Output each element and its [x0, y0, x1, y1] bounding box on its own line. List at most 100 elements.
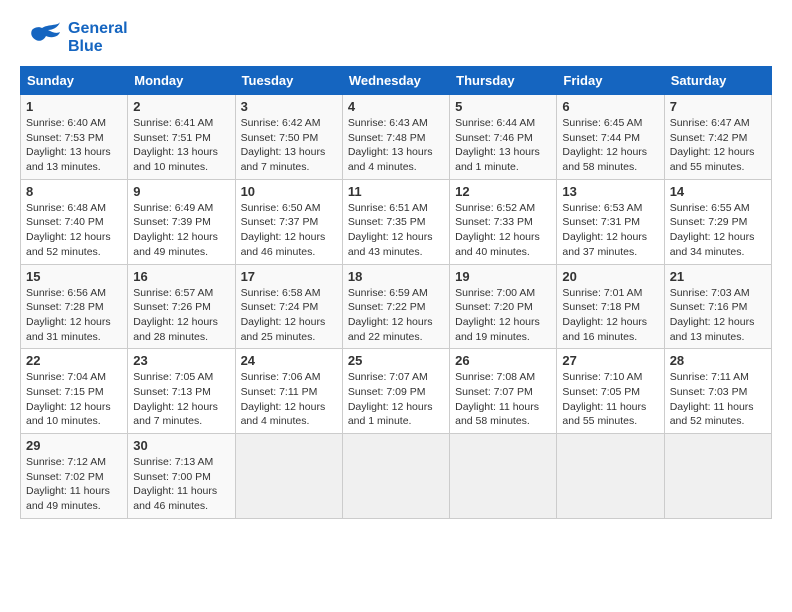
day-number: 16	[133, 269, 229, 284]
day-number: 7	[670, 99, 766, 114]
day-info: Sunrise: 6:55 AM Sunset: 7:29 PM Dayligh…	[670, 201, 766, 260]
weekday-header-thursday: Thursday	[450, 67, 557, 95]
calendar-cell: 1Sunrise: 6:40 AM Sunset: 7:53 PM Daylig…	[21, 95, 128, 180]
calendar-cell: 29 Sunrise: 7:12 AM Sunset: 7:02 PM Dayli…	[21, 434, 128, 519]
calendar-cell: 22 Sunrise: 7:04 AM Sunset: 7:15 PM Dayli…	[21, 349, 128, 434]
day-number: 28	[670, 353, 766, 368]
logo-text: General Blue	[68, 20, 128, 55]
day-info: Sunrise: 6:53 AM Sunset: 7:31 PM Dayligh…	[562, 201, 658, 260]
calendar-cell: 13 Sunrise: 6:53 AM Sunset: 7:31 PM Dayli…	[557, 179, 664, 264]
calendar-cell: 21 Sunrise: 7:03 AM Sunset: 7:16 PM Dayli…	[664, 264, 771, 349]
day-number: 3	[241, 99, 337, 114]
day-number: 11	[348, 184, 444, 199]
calendar-cell: 27 Sunrise: 7:10 AM Sunset: 7:05 PM Dayli…	[557, 349, 664, 434]
day-info: Sunrise: 6:50 AM Sunset: 7:37 PM Dayligh…	[241, 201, 337, 260]
day-info: Sunrise: 7:04 AM Sunset: 7:15 PM Dayligh…	[26, 370, 122, 429]
day-info: Sunrise: 6:47 AM Sunset: 7:42 PM Dayligh…	[670, 116, 766, 175]
day-info: Sunrise: 7:06 AM Sunset: 7:11 PM Dayligh…	[241, 370, 337, 429]
calendar-cell: 12Sunrise: 6:52 AM Sunset: 7:33 PM Dayli…	[450, 179, 557, 264]
calendar-cell: 10 Sunrise: 6:50 AM Sunset: 7:37 PM Dayli…	[235, 179, 342, 264]
weekday-header-saturday: Saturday	[664, 67, 771, 95]
calendar-cell: 28 Sunrise: 7:11 AM Sunset: 7:03 PM Dayli…	[664, 349, 771, 434]
calendar-cell: 20 Sunrise: 7:01 AM Sunset: 7:18 PM Dayli…	[557, 264, 664, 349]
day-info: Sunrise: 6:51 AM Sunset: 7:35 PM Dayligh…	[348, 201, 444, 260]
weekday-header-monday: Monday	[128, 67, 235, 95]
calendar-cell: 7 Sunrise: 6:47 AM Sunset: 7:42 PM Daylig…	[664, 95, 771, 180]
day-info: Sunrise: 7:01 AM Sunset: 7:18 PM Dayligh…	[562, 286, 658, 345]
day-number: 25	[348, 353, 444, 368]
calendar-cell: 19 Sunrise: 7:00 AM Sunset: 7:20 PM Dayli…	[450, 264, 557, 349]
day-info: Sunrise: 6:58 AM Sunset: 7:24 PM Dayligh…	[241, 286, 337, 345]
calendar-cell: 6 Sunrise: 6:45 AM Sunset: 7:44 PM Daylig…	[557, 95, 664, 180]
day-number: 8	[26, 184, 122, 199]
day-number: 22	[26, 353, 122, 368]
calendar-week-row: 29 Sunrise: 7:12 AM Sunset: 7:02 PM Dayli…	[21, 434, 772, 519]
calendar-week-row: 8 Sunrise: 6:48 AM Sunset: 7:40 PM Daylig…	[21, 179, 772, 264]
calendar-cell: 2 Sunrise: 6:41 AM Sunset: 7:51 PM Daylig…	[128, 95, 235, 180]
day-info: Sunrise: 7:07 AM Sunset: 7:09 PM Dayligh…	[348, 370, 444, 429]
calendar-cell	[235, 434, 342, 519]
day-info: Sunrise: 6:49 AM Sunset: 7:39 PM Dayligh…	[133, 201, 229, 260]
day-number: 17	[241, 269, 337, 284]
calendar-cell: 8 Sunrise: 6:48 AM Sunset: 7:40 PM Daylig…	[21, 179, 128, 264]
calendar-cell: 30Sunrise: 7:13 AM Sunset: 7:00 PM Dayli…	[128, 434, 235, 519]
calendar-cell: 17 Sunrise: 6:58 AM Sunset: 7:24 PM Dayli…	[235, 264, 342, 349]
calendar-cell: 5 Sunrise: 6:44 AM Sunset: 7:46 PM Daylig…	[450, 95, 557, 180]
day-number: 23	[133, 353, 229, 368]
day-number: 27	[562, 353, 658, 368]
day-number: 2	[133, 99, 229, 114]
weekday-header-friday: Friday	[557, 67, 664, 95]
day-info: Sunrise: 7:00 AM Sunset: 7:20 PM Dayligh…	[455, 286, 551, 345]
weekday-header-tuesday: Tuesday	[235, 67, 342, 95]
calendar-cell	[342, 434, 449, 519]
day-info: Sunrise: 7:12 AM Sunset: 7:02 PM Dayligh…	[26, 455, 122, 514]
day-number: 14	[670, 184, 766, 199]
day-info: Sunrise: 7:05 AM Sunset: 7:13 PM Dayligh…	[133, 370, 229, 429]
calendar-week-row: 15 Sunrise: 6:56 AM Sunset: 7:28 PM Dayli…	[21, 264, 772, 349]
logo: General Blue	[20, 20, 128, 56]
day-info: Sunrise: 7:11 AM Sunset: 7:03 PM Dayligh…	[670, 370, 766, 429]
calendar-cell: 14 Sunrise: 6:55 AM Sunset: 7:29 PM Dayli…	[664, 179, 771, 264]
day-number: 13	[562, 184, 658, 199]
day-info: Sunrise: 7:10 AM Sunset: 7:05 PM Dayligh…	[562, 370, 658, 429]
day-info: Sunrise: 6:45 AM Sunset: 7:44 PM Dayligh…	[562, 116, 658, 175]
day-number: 19	[455, 269, 551, 284]
day-number: 9	[133, 184, 229, 199]
day-info: Sunrise: 7:03 AM Sunset: 7:16 PM Dayligh…	[670, 286, 766, 345]
weekday-header-row: SundayMondayTuesdayWednesdayThursdayFrid…	[21, 67, 772, 95]
day-info: Sunrise: 6:56 AM Sunset: 7:28 PM Dayligh…	[26, 286, 122, 345]
calendar-table: SundayMondayTuesdayWednesdayThursdayFrid…	[20, 66, 772, 519]
calendar-week-row: 1Sunrise: 6:40 AM Sunset: 7:53 PM Daylig…	[21, 95, 772, 180]
day-number: 15	[26, 269, 122, 284]
weekday-header-wednesday: Wednesday	[342, 67, 449, 95]
day-info: Sunrise: 6:44 AM Sunset: 7:46 PM Dayligh…	[455, 116, 551, 175]
day-number: 29	[26, 438, 122, 453]
calendar-week-row: 22 Sunrise: 7:04 AM Sunset: 7:15 PM Dayli…	[21, 349, 772, 434]
header: General Blue	[20, 20, 772, 56]
calendar-cell	[664, 434, 771, 519]
day-info: Sunrise: 6:52 AM Sunset: 7:33 PM Dayligh…	[455, 201, 551, 260]
calendar-cell	[557, 434, 664, 519]
day-info: Sunrise: 6:57 AM Sunset: 7:26 PM Dayligh…	[133, 286, 229, 345]
day-info: Sunrise: 6:40 AM Sunset: 7:53 PM Dayligh…	[26, 116, 122, 175]
day-info: Sunrise: 6:41 AM Sunset: 7:51 PM Dayligh…	[133, 116, 229, 175]
day-number: 4	[348, 99, 444, 114]
calendar-cell: 23 Sunrise: 7:05 AM Sunset: 7:13 PM Dayli…	[128, 349, 235, 434]
day-number: 21	[670, 269, 766, 284]
calendar-cell: 11 Sunrise: 6:51 AM Sunset: 7:35 PM Dayli…	[342, 179, 449, 264]
day-number: 10	[241, 184, 337, 199]
day-number: 20	[562, 269, 658, 284]
day-info: Sunrise: 6:43 AM Sunset: 7:48 PM Dayligh…	[348, 116, 444, 175]
day-number: 26	[455, 353, 551, 368]
day-number: 6	[562, 99, 658, 114]
logo-icon	[20, 20, 64, 56]
calendar-cell: 26Sunrise: 7:08 AM Sunset: 7:07 PM Dayli…	[450, 349, 557, 434]
calendar-cell: 3Sunrise: 6:42 AM Sunset: 7:50 PM Daylig…	[235, 95, 342, 180]
day-info: Sunrise: 6:48 AM Sunset: 7:40 PM Dayligh…	[26, 201, 122, 260]
calendar-cell: 9 Sunrise: 6:49 AM Sunset: 7:39 PM Daylig…	[128, 179, 235, 264]
calendar-cell: 15 Sunrise: 6:56 AM Sunset: 7:28 PM Dayli…	[21, 264, 128, 349]
calendar-cell: 25 Sunrise: 7:07 AM Sunset: 7:09 PM Dayli…	[342, 349, 449, 434]
day-info: Sunrise: 6:59 AM Sunset: 7:22 PM Dayligh…	[348, 286, 444, 345]
day-info: Sunrise: 7:13 AM Sunset: 7:00 PM Dayligh…	[133, 455, 229, 514]
day-number: 5	[455, 99, 551, 114]
